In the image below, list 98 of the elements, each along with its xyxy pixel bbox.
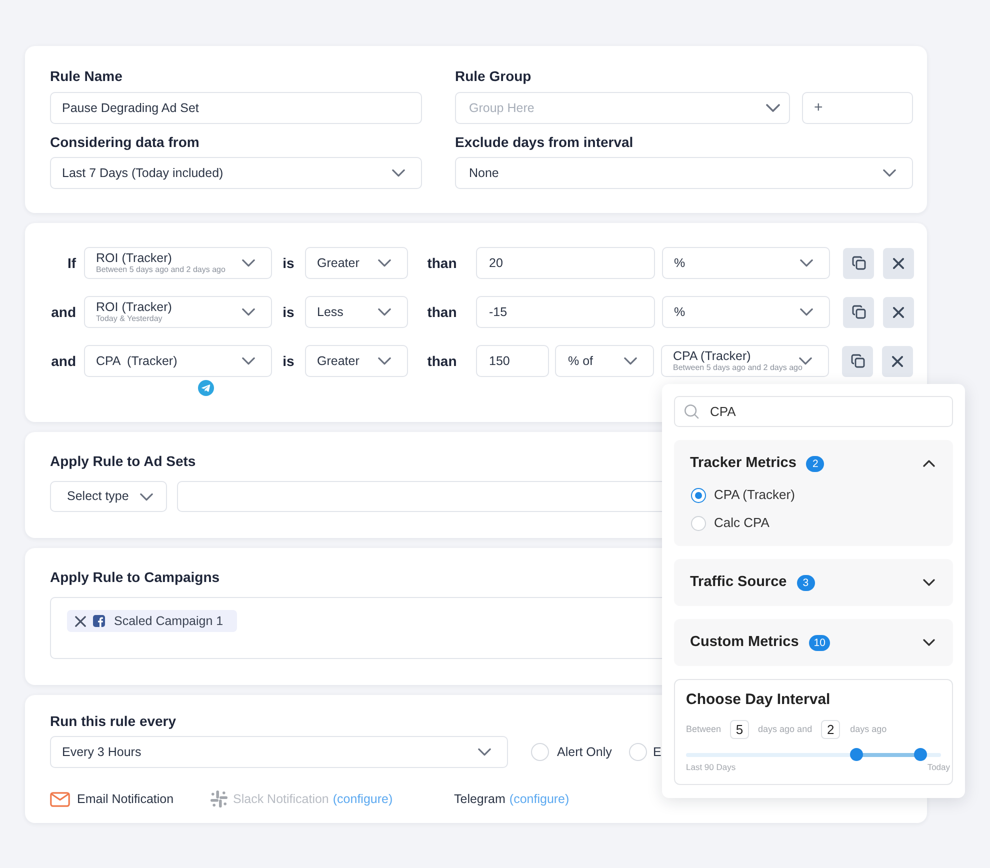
operator-select[interactable]: Greater bbox=[305, 345, 408, 377]
condition-connector: and bbox=[50, 302, 76, 322]
field-label: Exclude days from interval bbox=[455, 133, 634, 151]
condition-verb: is bbox=[282, 254, 296, 272]
chevron-down-icon bbox=[883, 169, 896, 177]
count-badge: 3 bbox=[796, 574, 815, 590]
option-label: E bbox=[653, 744, 662, 761]
chevron-down-icon bbox=[242, 308, 255, 316]
slider-thumb[interactable] bbox=[914, 748, 928, 761]
group-title[interactable]: Custom Metrics bbox=[690, 632, 799, 654]
copy-icon bbox=[850, 354, 864, 368]
chevron-down-icon[interactable] bbox=[923, 579, 935, 586]
chevron-down-icon bbox=[242, 357, 255, 365]
type-select[interactable]: Select type bbox=[50, 481, 167, 512]
frequency-select[interactable]: Every 3 Hours bbox=[50, 736, 508, 768]
copy-icon bbox=[852, 305, 866, 319]
unit-select[interactable]: % bbox=[662, 296, 830, 328]
condition-comparator: than bbox=[426, 254, 458, 272]
chevron-up-icon[interactable] bbox=[923, 460, 935, 467]
interval-text: days ago and bbox=[758, 722, 812, 736]
chevron-down-icon bbox=[478, 748, 491, 756]
duplicate-button[interactable] bbox=[842, 346, 873, 376]
value-input[interactable]: 150 bbox=[476, 345, 549, 377]
field-label: Rule Group bbox=[455, 67, 532, 85]
field-label: Apply Rule to Campaigns bbox=[50, 568, 220, 586]
operator-select[interactable]: Greater bbox=[305, 247, 408, 279]
group-title[interactable]: Tracker Metrics bbox=[690, 452, 796, 474]
field-label: Rule Name bbox=[50, 67, 122, 85]
metric-select[interactable]: ROI (Tracker) Today & Yesterday bbox=[84, 296, 272, 328]
radio-button[interactable] bbox=[691, 488, 706, 502]
operator-select[interactable]: Less bbox=[305, 296, 408, 328]
option-label: CPA (Tracker) bbox=[714, 486, 795, 504]
range-min-label: Last 90 Days bbox=[686, 761, 736, 774]
group-title[interactable]: Traffic Source bbox=[690, 572, 787, 594]
field-label: Apply Rule to Ad Sets bbox=[50, 452, 196, 470]
chevron-down-icon bbox=[800, 259, 813, 267]
range-max-label: Today bbox=[927, 761, 950, 774]
relation-select[interactable]: % of bbox=[555, 345, 654, 377]
value-input[interactable]: 20 bbox=[476, 247, 655, 279]
count-badge: 2 bbox=[806, 456, 824, 472]
search-field[interactable]: CPA bbox=[674, 396, 953, 427]
condition-comparator: than bbox=[426, 302, 458, 322]
days-input[interactable]: 5 bbox=[730, 720, 750, 739]
days-input[interactable]: 2 bbox=[821, 720, 840, 739]
envelope-icon bbox=[50, 792, 70, 806]
field-label: Run this rule every bbox=[50, 712, 176, 730]
pinwheel-icon bbox=[210, 790, 228, 808]
close-icon bbox=[893, 258, 904, 268]
chevron-down-icon bbox=[378, 308, 391, 316]
option-label: Alert Only bbox=[557, 744, 612, 761]
campaign-tag-label: Scaled Campaign 1 bbox=[114, 612, 224, 630]
facebook-icon bbox=[93, 615, 105, 627]
condition-verb: is bbox=[282, 302, 296, 322]
close-icon[interactable] bbox=[75, 616, 86, 626]
close-icon bbox=[893, 306, 904, 318]
interval-text: days ago bbox=[850, 722, 887, 736]
notification-label: Email Notification bbox=[77, 790, 174, 808]
metric-select[interactable]: CPA (Tracker) bbox=[84, 345, 272, 377]
duplicate-button[interactable] bbox=[843, 248, 874, 278]
chevron-down-icon bbox=[624, 357, 637, 365]
condition-connector: If bbox=[66, 254, 76, 272]
value-input[interactable]: -15 bbox=[476, 296, 655, 328]
remove-button[interactable] bbox=[883, 248, 914, 278]
range-slider[interactable] bbox=[686, 748, 941, 761]
chevron-down-icon bbox=[799, 357, 812, 365]
panel-title: Choose Day Interval bbox=[686, 690, 830, 709]
duplicate-button[interactable] bbox=[843, 296, 874, 328]
rule-name-input[interactable]: Pause Degrading Ad Set bbox=[50, 92, 422, 124]
chevron-down-icon bbox=[800, 308, 813, 316]
chevron-down-icon bbox=[766, 104, 780, 112]
field-label: Considering data from bbox=[50, 133, 200, 151]
count-badge: 10 bbox=[808, 634, 830, 650]
chevron-down-icon bbox=[242, 259, 255, 267]
unit-select[interactable]: CPA (Tracker) Between 5 days ago and 2 days ago bbox=[661, 345, 829, 377]
metric-select[interactable]: ROI (Tracker) Between 5 days ago and 2 days ago bbox=[84, 247, 272, 279]
close-icon bbox=[892, 356, 903, 366]
remove-button[interactable] bbox=[883, 296, 914, 328]
exclude-days-select[interactable]: None bbox=[455, 157, 913, 189]
remove-button[interactable] bbox=[882, 346, 913, 376]
data-range-select[interactable]: Last 7 Days (Today included) bbox=[50, 157, 422, 189]
interval-text: Between bbox=[686, 722, 722, 736]
chevron-down-icon bbox=[140, 492, 153, 500]
rule-group-select[interactable]: Group Here bbox=[455, 92, 790, 124]
notification-label: Telegram bbox=[454, 790, 506, 808]
search-icon bbox=[684, 404, 699, 419]
condition-comparator: than bbox=[426, 352, 458, 370]
chevron-down-icon bbox=[392, 169, 405, 177]
chevron-down-icon[interactable] bbox=[923, 639, 935, 646]
option-label: Calc CPA bbox=[714, 514, 770, 532]
condition-connector: and bbox=[50, 352, 76, 370]
unit-select[interactable]: % bbox=[662, 247, 830, 279]
slider-thumb[interactable] bbox=[850, 748, 864, 761]
chevron-down-icon bbox=[378, 357, 391, 365]
copy-icon bbox=[852, 256, 866, 270]
add-group-button[interactable]: + bbox=[802, 92, 913, 124]
notification-label: Slack Notification bbox=[233, 790, 329, 808]
chevron-down-icon bbox=[378, 259, 391, 267]
condition-verb: is bbox=[282, 352, 296, 370]
